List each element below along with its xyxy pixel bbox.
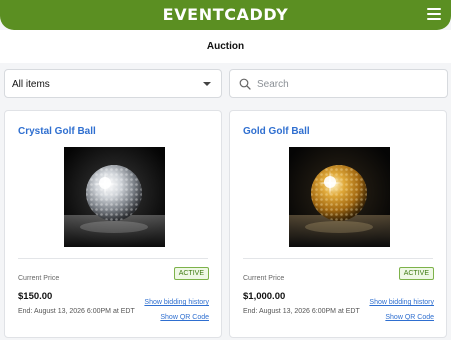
status-badge: ACTIVE — [398, 267, 434, 280]
auction-item-card[interactable]: Gold Golf Ball ACTIVE Current Price $1,0… — [229, 110, 447, 338]
chevron-down-icon — [203, 82, 211, 86]
hamburger-menu-icon[interactable] — [427, 8, 441, 20]
item-title-link[interactable]: Crystal Golf Ball — [18, 126, 96, 137]
category-select-value: All items — [12, 79, 50, 90]
item-title-link[interactable]: Gold Golf Ball — [243, 126, 310, 137]
category-select[interactable]: All items — [4, 69, 222, 98]
show-qr-code-link[interactable]: Show QR Code — [385, 314, 434, 321]
gold-golf-ball-image[interactable] — [289, 147, 390, 247]
page-title: Auction — [206, 41, 245, 52]
current-price-label: Current Price — [243, 275, 285, 282]
search-input[interactable] — [257, 75, 437, 93]
search-box[interactable] — [229, 69, 448, 98]
current-price-value: $1,000.00 — [243, 291, 286, 302]
show-bidding-history-link[interactable]: Show bidding history — [144, 299, 209, 306]
top-navigation-bar: EVENTCADDY — [0, 0, 451, 30]
show-qr-code-link[interactable]: Show QR Code — [160, 314, 209, 321]
brand-logo[interactable]: EVENTCADDY — [0, 5, 451, 24]
crystal-golf-ball-image[interactable] — [64, 147, 165, 247]
filter-bar: All items — [0, 63, 451, 103]
auction-end-time: End: August 13, 2026 6:00PM at EDT — [18, 308, 135, 315]
page-header: Auction — [0, 30, 451, 63]
search-icon — [239, 78, 251, 90]
auction-end-time: End: August 13, 2026 6:00PM at EDT — [243, 308, 360, 315]
card-divider — [243, 258, 433, 259]
auction-item-card[interactable]: Crystal Golf Ball ACTIVE Current Price $… — [4, 110, 222, 338]
current-price-value: $150.00 — [18, 291, 53, 302]
current-price-label: Current Price — [18, 275, 60, 282]
status-badge: ACTIVE — [173, 267, 209, 280]
card-divider — [18, 258, 208, 259]
show-bidding-history-link[interactable]: Show bidding history — [369, 299, 434, 306]
